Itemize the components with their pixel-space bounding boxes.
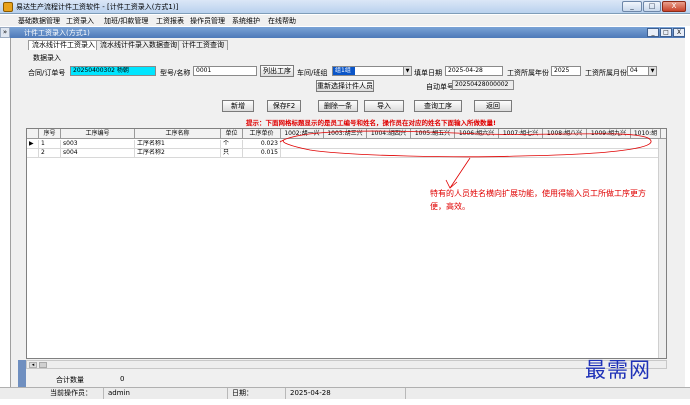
menu-operators[interactable]: 操作员管理 — [190, 16, 225, 26]
auto-no-label: 自动单号 — [426, 83, 454, 91]
mdi-minimize-button[interactable]: _ — [647, 28, 659, 37]
mdi-maximize-button[interactable]: □ — [660, 28, 672, 37]
model-field[interactable]: 0001 — [193, 66, 257, 76]
tab-line-wage-entry[interactable]: 流水线计件工资录入 — [28, 40, 99, 50]
scroll-left-icon[interactable]: ◂ — [29, 362, 37, 368]
year-label: 工资所属年份 — [507, 69, 549, 77]
close-button[interactable]: X — [662, 1, 686, 12]
menu-wage-entry[interactable]: 工资录入 — [66, 16, 94, 26]
scroll-thumb[interactable] — [39, 362, 47, 368]
month-select[interactable]: 04 ▼ — [627, 66, 657, 76]
cell-name[interactable]: 工序名称1 — [135, 140, 221, 149]
mdi-expand-button[interactable]: » — [0, 27, 10, 38]
row-pointer-icon: ▶ — [27, 140, 39, 149]
workshop-select[interactable]: 组1组 ▼ — [332, 66, 412, 76]
section-label: 数据录入 — [33, 54, 61, 62]
operator-label: 当前操作员： — [20, 388, 104, 399]
date-value: 2025-04-28 — [286, 388, 406, 399]
horizontal-scrollbar[interactable]: ◂ — [26, 360, 667, 369]
menu-help[interactable]: 在线帮助 — [268, 16, 296, 26]
menu-overtime[interactable]: 加班/扣款管理 — [104, 16, 148, 26]
operator-value: admin — [104, 388, 228, 399]
cell-code[interactable]: s003 — [61, 140, 135, 149]
workshop-label: 车间/班组 — [297, 69, 328, 77]
query-process-button[interactable]: 查询工序 — [414, 100, 462, 112]
mdi-title-bar: 计件工资录入(方式1) — [10, 27, 685, 38]
row-indicator — [27, 149, 39, 158]
chevron-down-icon[interactable]: ▼ — [403, 67, 411, 75]
back-button[interactable]: 返回 — [474, 100, 512, 112]
workshop-value: 组1组 — [333, 67, 355, 75]
column-header[interactable]: 序号 — [39, 129, 61, 139]
row-indicator-header — [27, 129, 39, 139]
menu-system[interactable]: 系统维护 — [232, 16, 260, 26]
minimize-button[interactable]: _ — [622, 1, 642, 12]
column-header[interactable]: 单位 — [221, 129, 243, 139]
fill-date-field[interactable]: 2025-04-28 — [445, 66, 503, 76]
list-process-button[interactable]: 列出工序 — [260, 65, 294, 77]
menu-bar: 基础数据管理 工资录入 加班/扣款管理 工资报表 操作员管理 系统维护 在线帮助 — [0, 15, 690, 26]
reselect-staff-button[interactable]: 重新选择计件人员 — [316, 80, 374, 92]
cell-no[interactable]: 1 — [39, 140, 61, 149]
month-label: 工资所属月份 — [585, 69, 627, 77]
app-icon — [3, 2, 13, 12]
cell-no[interactable]: 2 — [39, 149, 61, 158]
total-label: 合计数量 — [56, 376, 84, 384]
watermark: 最需网 — [585, 358, 651, 382]
order-label: 合同/订单号 — [28, 69, 66, 77]
cell-name[interactable]: 工序名称2 — [135, 149, 221, 158]
mdi-close-button[interactable]: X — [673, 28, 685, 37]
add-button[interactable]: 新增 — [222, 100, 254, 112]
window-title: 易达生产流程计件工资软件 - [计件工资录入(方式1)] — [16, 3, 179, 11]
tab-line-entry-query[interactable]: 流水线计件录入数据查询 — [96, 40, 181, 50]
fill-date-label: 填单日期 — [414, 69, 442, 77]
model-label: 型号/名称 — [160, 69, 191, 77]
annotation-text: 特有的人员姓名横向扩展功能，使用得输入员工所做工序更方便，高效。 — [430, 189, 646, 211]
column-header[interactable]: 工序编号 — [61, 129, 135, 139]
window-title-bar: 易达生产流程计件工资软件 - [计件工资录入(方式1)] _ □ X — [0, 0, 690, 14]
status-bar: 当前操作员： admin 日期： 2025-04-28 — [0, 387, 690, 399]
maximize-button[interactable]: □ — [643, 1, 661, 12]
total-value: 0 — [120, 375, 125, 383]
menu-wage-reports[interactable]: 工资报表 — [156, 16, 184, 26]
chevron-down-icon[interactable]: ▼ — [648, 67, 656, 75]
delete-row-button[interactable]: 删除一条 — [318, 100, 358, 112]
column-header[interactable]: 工序名称 — [135, 129, 221, 139]
auto-no-field: 20250428000002 — [452, 80, 514, 90]
cell-unit[interactable]: 只 — [221, 149, 243, 158]
menu-basic-data[interactable]: 基础数据管理 — [18, 16, 60, 26]
order-field[interactable]: 20250400302 杨朝 — [70, 66, 156, 76]
year-field[interactable]: 2025 — [551, 66, 581, 76]
month-value: 04 — [630, 67, 638, 74]
mdi-title: 计件工资录入(方式1) — [24, 29, 90, 37]
cell-unit[interactable]: 个 — [221, 140, 243, 149]
import-button[interactable]: 导入 — [364, 100, 404, 112]
date-label: 日期： — [228, 388, 286, 399]
cell-code[interactable]: s004 — [61, 149, 135, 158]
tab-wage-query[interactable]: 计件工资查询 — [178, 40, 228, 50]
save-button[interactable]: 保存F2 — [267, 100, 301, 112]
